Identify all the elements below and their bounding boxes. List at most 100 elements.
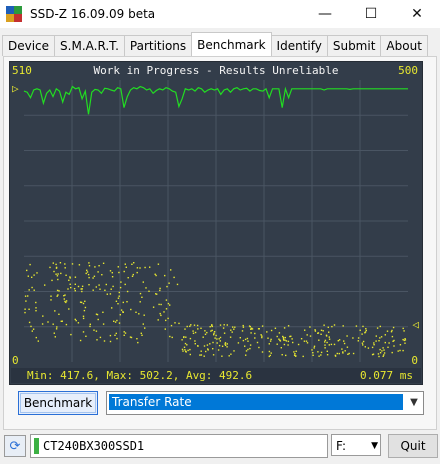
tab-benchmark[interactable]: Benchmark [191,32,272,56]
latency-dot [181,339,183,341]
latency-dot [379,348,381,351]
latency-dot [186,344,188,346]
latency-dot [89,325,91,328]
latency-dot [50,295,52,297]
mode-select[interactable]: Transfer Rate ▼ [106,391,424,415]
latency-dot [284,336,286,339]
latency-dot [164,274,166,277]
latency-dot [93,275,96,277]
latency-dot [71,263,74,265]
benchmark-chart: Work in Progress - Results Unreliable 51… [9,61,423,385]
maximize-button[interactable]: ☐ [348,0,394,28]
latency-dot [199,354,201,356]
latency-dot [306,342,309,344]
latency-dot [168,282,170,284]
latency-dot [203,355,205,357]
tab-identify[interactable]: Identify [270,35,328,56]
latency-dot [166,285,168,288]
latency-dot [279,339,281,341]
latency-dot [54,310,56,312]
latency-dot [158,303,160,306]
latency-dot [258,346,260,349]
latency-dot [57,273,59,275]
quit-button[interactable]: Quit [388,434,438,458]
latency-dot [138,313,140,315]
chevron-down-icon[interactable]: ▼ [407,394,421,410]
tab-submit[interactable]: Submit [326,35,382,56]
latency-dot [312,352,314,354]
latency-dot [334,355,337,357]
minimize-button[interactable]: — [302,0,348,28]
latency-dot [92,289,94,291]
latency-dot [270,352,272,354]
benchmark-button[interactable]: Benchmark [18,391,98,415]
latency-dot [284,339,286,341]
close-button[interactable]: ✕ [394,0,440,28]
latency-dot [269,340,272,342]
latency-dot [185,336,187,338]
latency-dot [109,270,112,272]
latency-dot [383,349,385,351]
latency-dot [117,266,119,268]
latency-dot [84,306,87,309]
latency-dot [270,329,273,332]
latency-dot [82,331,85,333]
latency-dot [61,320,63,322]
latency-dot [373,342,375,344]
drive-letter-select[interactable]: F: ▼ [331,434,381,456]
latency-dot [383,354,385,356]
latency-dot [397,350,399,352]
latency-dot [184,328,186,330]
tab-about[interactable]: About [380,35,428,56]
latency-dot [35,336,37,339]
latency-dot [287,325,290,327]
right-axis-min: 0 [411,354,418,367]
latency-dot [402,338,404,341]
latency-dot [137,341,139,344]
latency-dot [165,308,168,310]
latency-dot [105,283,107,286]
latency-dot [41,323,44,325]
latency-dot [78,264,81,266]
latency-dot [30,325,32,328]
latency-dot [160,314,162,317]
latency-dot [148,290,150,292]
latency-dot [291,338,293,340]
latency-dot [84,300,86,302]
chevron-down-icon[interactable]: ▼ [371,435,378,457]
tab-smart[interactable]: S.M.A.R.T. [54,35,125,56]
latency-dot [81,290,83,293]
latency-dot [122,311,124,313]
latency-dot [60,272,62,275]
latency-dot [55,328,58,330]
drive-selector[interactable]: CT240BX300SSD1 [30,434,328,458]
drive-name: CT240BX300SSD1 [43,439,145,453]
latency-dot [216,342,218,344]
latency-dot [212,354,215,356]
chart-footer: Min: 417.6, Max: 502.2, Avg: 492.6 0.077… [11,368,421,383]
tab-device[interactable]: Device [2,35,56,56]
refresh-icon[interactable]: ⟳ [4,435,26,457]
latency-dot [196,324,199,327]
latency-dot [390,331,393,333]
latency-dot [245,354,247,356]
latency-dot [52,262,54,264]
latency-dot [144,266,146,269]
latency-dot [56,275,59,277]
tab-partitions[interactable]: Partitions [123,35,193,56]
latency-dot [88,276,90,279]
latency-dot [167,317,169,320]
latency-dot [211,329,213,332]
latency-dot [239,337,241,339]
latency-dot [306,334,308,336]
latency-dot [336,352,338,355]
latency-dot [67,288,69,290]
latency-dot [118,271,120,274]
latency-dot [53,270,55,273]
latency-dot [322,330,324,332]
latency-dot [176,283,179,286]
latency-dot [141,296,143,298]
latency-dot [63,295,65,297]
latency-dot [205,350,207,353]
latency-dot [127,277,129,279]
